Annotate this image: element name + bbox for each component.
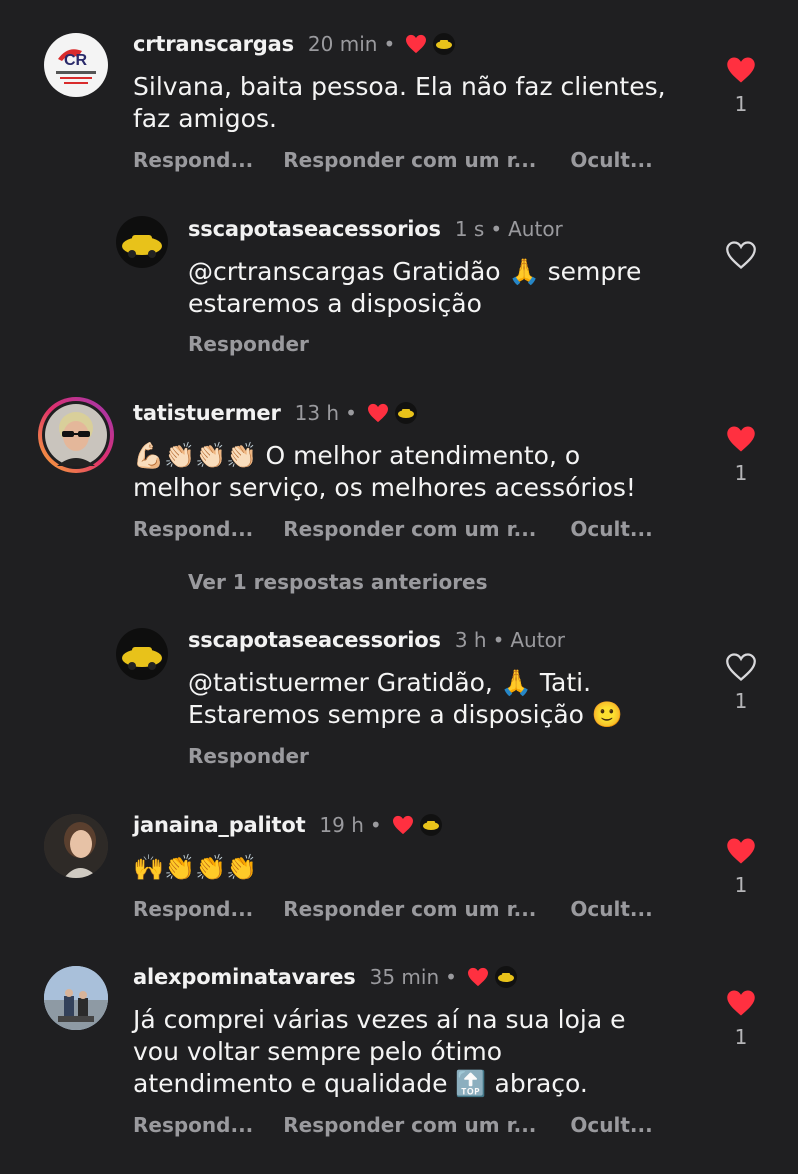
profile-photo-icon: [44, 966, 108, 1030]
hide-button[interactable]: Ocult...: [570, 1113, 652, 1137]
username[interactable]: sscapotaseacessorios: [188, 217, 441, 241]
like-count: 1: [734, 1025, 748, 1049]
avatar[interactable]: [116, 628, 168, 680]
author-badge: Autor: [508, 217, 563, 241]
reply-button[interactable]: Respond...: [133, 148, 253, 172]
separator-dot: •: [383, 32, 396, 56]
like-button[interactable]: 1: [711, 425, 771, 485]
comment-text: Gratidão 🙏 sempre: [384, 257, 642, 286]
mention-link[interactable]: @crtranscargas: [188, 257, 384, 286]
like-button[interactable]: [711, 241, 771, 269]
username[interactable]: crtranscargas: [133, 32, 294, 56]
comment-text-line: atendimento e qualidade 🔝 abraço.: [133, 1069, 588, 1098]
hide-button[interactable]: Ocult...: [570, 897, 652, 921]
author-liked-heart-icon: [392, 815, 413, 835]
separator-dot: •: [345, 401, 357, 425]
avatar[interactable]: [116, 216, 168, 268]
author-avatar-icon: [433, 33, 456, 55]
heart-outline-icon: [726, 653, 756, 681]
like-button[interactable]: 1: [711, 653, 771, 713]
comment-text: Gratidão, 🙏 Tati.: [368, 668, 592, 697]
hide-button[interactable]: Ocult...: [570, 148, 652, 172]
reply-button[interactable]: Respond...: [133, 897, 253, 921]
reply-button[interactable]: Responder: [188, 332, 309, 356]
like-count: 1: [734, 689, 748, 713]
username[interactable]: sscapotaseacessorios: [188, 628, 441, 652]
like-button[interactable]: 1: [711, 989, 771, 1049]
comment-text-line: Estaremos sempre a disposição 🙂: [188, 700, 624, 729]
like-button[interactable]: 1: [711, 56, 771, 116]
hide-button[interactable]: Ocult...: [570, 517, 652, 541]
timestamp: 13 h: [294, 401, 340, 425]
heart-filled-icon: [727, 838, 755, 864]
username[interactable]: alexpominatavares: [133, 965, 356, 989]
comment-text-line: 🙌👏👏👏: [133, 853, 258, 882]
author-avatar-icon: [419, 814, 442, 836]
profile-photo-icon: [45, 404, 107, 466]
avatar[interactable]: CR: [44, 33, 108, 97]
separator-dot: •: [490, 217, 503, 241]
reply-button[interactable]: Respond...: [133, 1113, 253, 1137]
reply-button[interactable]: Responder: [188, 744, 309, 768]
avatar[interactable]: [38, 397, 114, 473]
reply-button[interactable]: Respond...: [133, 517, 253, 541]
like-count: 1: [734, 92, 748, 116]
heart-filled-icon: [727, 426, 755, 452]
timestamp: 35 min: [369, 965, 440, 989]
like-count: 1: [734, 873, 748, 897]
reply-with-button[interactable]: Responder com um r...: [283, 517, 536, 541]
comment-text-line: faz amigos.: [133, 104, 277, 133]
like-button[interactable]: 1: [711, 837, 771, 897]
comment-text-line: vou voltar sempre pelo ótimo: [133, 1037, 503, 1066]
svg-text:CR: CR: [64, 52, 88, 69]
timestamp: 19 h: [319, 813, 364, 837]
sscapotas-logo-icon: [122, 235, 162, 258]
comment-text-line: 💪🏻👏🏻👏🏻👏🏻 O melhor atendimento, o: [133, 441, 581, 470]
author-liked-heart-icon: [467, 967, 488, 987]
comment-text-line: estaremos a disposição: [188, 289, 482, 318]
separator-dot: •: [369, 813, 382, 837]
author-liked-heart-icon: [367, 403, 388, 423]
separator-dot: •: [492, 628, 505, 652]
like-count: 1: [734, 461, 748, 485]
profile-photo-icon: [44, 814, 108, 878]
separator-dot: •: [445, 965, 457, 989]
username[interactable]: janaina_palitot: [133, 813, 306, 837]
reply-with-button[interactable]: Responder com um r...: [283, 148, 536, 172]
author-avatar-icon: [494, 966, 517, 988]
author-avatar-icon: [394, 402, 417, 424]
author-badge: Autor: [510, 628, 566, 652]
heart-filled-icon: [727, 57, 755, 83]
username[interactable]: tatistuermer: [133, 401, 281, 425]
comment-text-line: Já comprei várias vezes aí na sua loja e: [133, 1005, 626, 1034]
timestamp: 20 min: [307, 32, 378, 56]
mention-link[interactable]: @tatistuermer: [188, 668, 369, 697]
sscapotas-logo-icon: [122, 647, 162, 670]
avatar[interactable]: [44, 966, 108, 1030]
avatar[interactable]: [44, 814, 108, 878]
author-liked-heart-icon: [406, 34, 427, 54]
comment-text-line: Silvana, baita pessoa. Ela não faz clien…: [133, 72, 666, 101]
heart-outline-icon: [726, 241, 756, 269]
timestamp: 3 h: [454, 628, 487, 652]
view-previous-replies[interactable]: Ver 1 respostas anteriores: [188, 570, 488, 594]
comment-text-line: melhor serviço, os melhores acessórios!: [133, 473, 636, 502]
crtranscargas-logo-icon: CR: [45, 34, 107, 96]
reply-with-button[interactable]: Responder com um r...: [283, 1113, 536, 1137]
heart-filled-icon: [727, 990, 755, 1016]
reply-with-button[interactable]: Responder com um r...: [283, 897, 536, 921]
timestamp: 1 s: [454, 217, 485, 241]
